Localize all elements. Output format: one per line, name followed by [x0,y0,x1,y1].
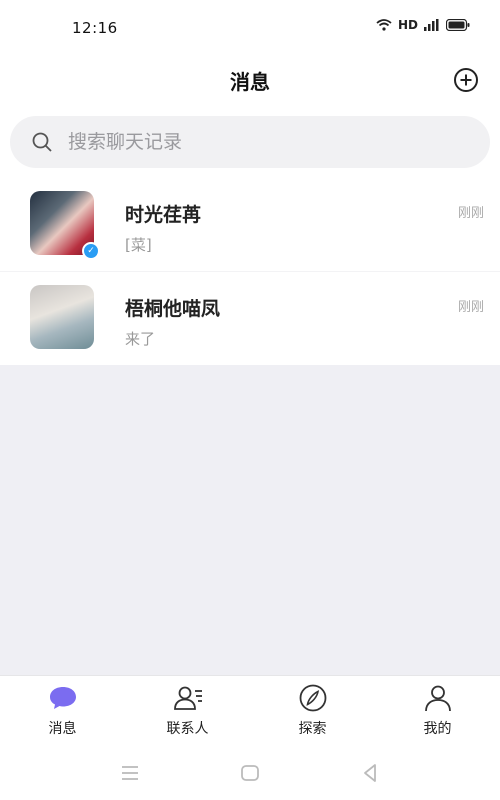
search-bar[interactable] [10,116,490,168]
tab-label: 我的 [423,721,452,737]
empty-area [0,365,500,675]
tab-explore[interactable]: 探索 [250,676,375,745]
status-indicators: HD [376,18,470,32]
compass-icon [299,684,326,712]
conversation-item[interactable]: 梧桐他喵凤 来了 刚刚 [0,271,500,364]
tab-contacts[interactable]: 联系人 [125,676,250,745]
network-label: HD [397,18,418,32]
conversation-name: 梧桐他喵凤 [125,298,221,320]
header: 消息 [0,56,500,104]
tab-label: 联系人 [166,721,209,737]
status-time: 12:16 [72,19,118,37]
wifi-icon [376,19,392,31]
add-button[interactable] [450,64,482,96]
conversation-preview: [菜] [125,236,152,254]
search-icon [32,132,52,152]
conversation-list: ✓ 时光荏苒 [菜] 刚刚 梧桐他喵凤 来了 刚刚 [0,178,500,364]
conversation-item[interactable]: ✓ 时光荏苒 [菜] 刚刚 [0,178,500,271]
tab-messages[interactable]: 消息 [0,676,125,745]
search-input[interactable] [68,131,448,153]
online-badge: ✓ [82,242,100,260]
conversation-time: 刚刚 [457,206,484,221]
avatar [30,285,94,349]
person-icon [424,685,451,712]
conversation-preview: 来了 [125,330,156,348]
conversation-name: 时光荏苒 [125,204,202,226]
system-nav-bar [0,745,500,800]
plus-circle-icon [454,68,478,92]
chat-bubble-icon [49,687,76,709]
conversation-time: 刚刚 [457,300,484,315]
home-icon[interactable] [238,761,262,785]
page-title: 消息 [230,70,270,94]
tab-profile[interactable]: 我的 [375,676,500,745]
tab-bar: 消息 联系人 探索 我的 [0,675,500,745]
menu-icon[interactable] [118,761,142,785]
status-bar: 12:16 HD [0,0,500,56]
back-icon[interactable] [358,761,382,785]
tab-label: 探索 [298,721,327,737]
tab-label: 消息 [48,721,77,737]
contacts-icon [173,686,202,710]
signal-icon [424,19,439,31]
battery-icon [446,19,470,31]
